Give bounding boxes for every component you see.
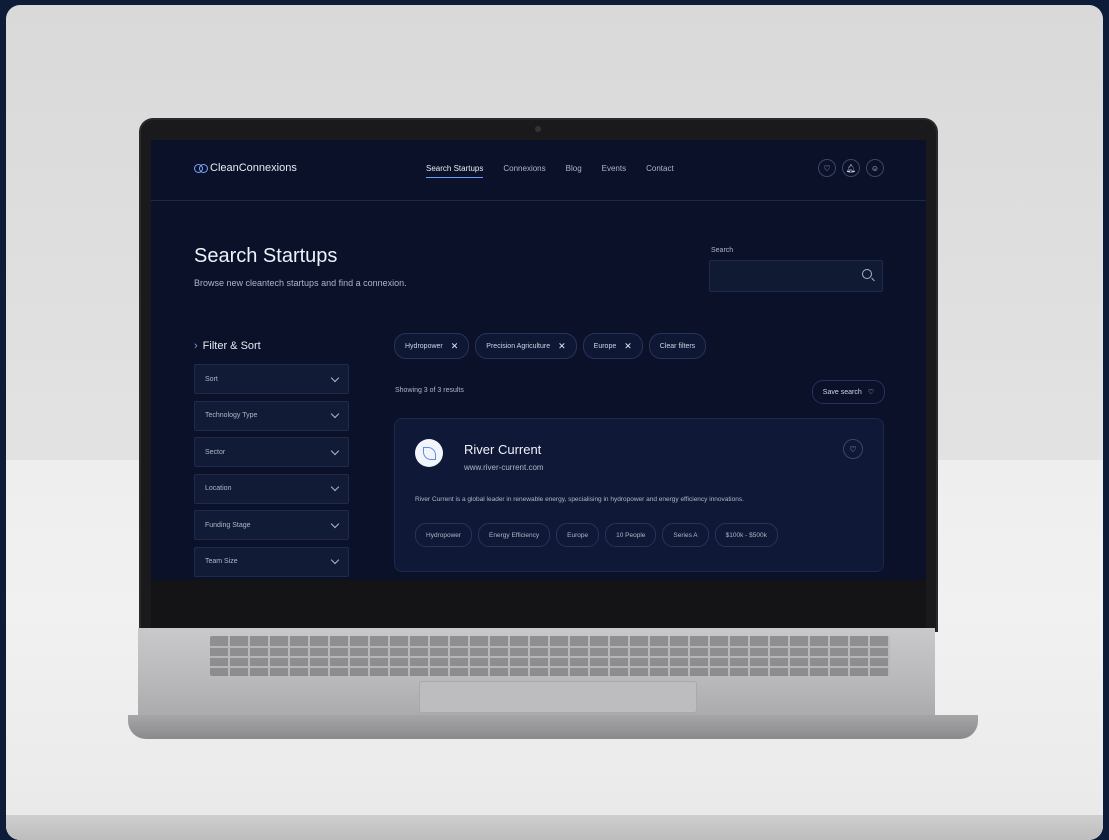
laptop-screen: CleanConnexions Search Startups Connexio… (151, 140, 926, 580)
filter-sort[interactable]: Sort (194, 364, 349, 394)
brand-logo[interactable]: CleanConnexions (194, 162, 297, 174)
nav-links: Search Startups Connexions Blog Events C… (426, 164, 674, 178)
nav-link-blog[interactable]: Blog (566, 164, 582, 178)
filter-chip-precision-agriculture[interactable]: Precision Agriculture ✕ (475, 333, 577, 359)
filter-funding-stage[interactable]: Funding Stage (194, 510, 349, 540)
startup-url[interactable]: www.river-current.com (464, 463, 544, 472)
results-count: Showing 3 of 3 results (395, 387, 464, 394)
startup-description: River Current is a global leader in rene… (415, 496, 744, 503)
tag: Hydropower (415, 523, 473, 547)
trackpad (419, 681, 697, 713)
screen-bezel (151, 580, 926, 630)
search-icon[interactable] (862, 269, 872, 279)
heart-icon: ♡ (867, 389, 874, 396)
filter-team-size[interactable]: Team Size (194, 546, 349, 577)
logo-icon (194, 163, 208, 173)
close-icon[interactable]: ✕ (558, 341, 566, 352)
startup-tags: Hydropower Energy Efficiency Europe 10 P… (415, 523, 778, 547)
nav-link-contact[interactable]: Contact (646, 164, 674, 178)
search-input[interactable] (709, 260, 883, 292)
webcam-icon (535, 126, 541, 132)
nav-link-events[interactable]: Events (602, 164, 626, 178)
nav-actions: ♡ 🔔︎ ☺ (818, 159, 884, 177)
filter-list: Sort Technology Type Sector Location Fun… (194, 364, 349, 580)
filter-technology-type[interactable]: Technology Type (194, 400, 349, 431)
leaf-icon (422, 446, 436, 460)
table-edge (6, 815, 1103, 840)
tag: Europe (556, 523, 600, 547)
chevron-down-icon (330, 409, 340, 419)
save-search-button[interactable]: Save search ♡ (811, 380, 885, 404)
top-nav: CleanConnexions Search Startups Connexio… (151, 140, 926, 201)
nav-link-connexions[interactable]: Connexions (503, 164, 545, 178)
keyboard-row-divider (210, 656, 890, 658)
save-search-label: Save search (822, 388, 862, 396)
filter-chip-europe[interactable]: Europe ✕ (582, 333, 643, 359)
bell-icon[interactable]: 🔔︎ (842, 159, 860, 177)
laptop-front-edge (128, 715, 978, 739)
filter-label: Sort (205, 375, 218, 383)
close-icon[interactable]: ✕ (451, 341, 459, 352)
page-subtitle: Browse new cleantech startups and find a… (194, 278, 407, 288)
filter-sector[interactable]: Sector (194, 437, 349, 467)
nav-link-search-startups[interactable]: Search Startups (426, 164, 484, 178)
tag: Energy Efficiency (478, 523, 551, 547)
tag: $100k - $500k (714, 523, 778, 547)
heart-icon: ♡ (849, 444, 857, 454)
user-icon[interactable]: ☺ (866, 159, 884, 177)
startup-card[interactable]: River Current www.river-current.com ♡ Ri… (394, 418, 884, 572)
filter-heading: Filter & Sort (202, 340, 261, 352)
laptop-lid: CleanConnexions Search Startups Connexio… (141, 120, 936, 630)
clear-filters-button[interactable]: Clear filters (648, 333, 707, 359)
chip-label: Europe (593, 342, 617, 350)
tag: 10 People (605, 523, 657, 547)
filter-label: Team Size (205, 558, 238, 565)
keyboard-row-divider (210, 666, 890, 668)
chevron-right-icon: › (194, 340, 198, 352)
search-label: Search (711, 247, 734, 254)
active-filter-chips: Hydropower ✕ Precision Agriculture ✕ Europ… (394, 333, 707, 359)
filter-chip-hydropower[interactable]: Hydropower ✕ (394, 333, 470, 359)
startup-logo (415, 439, 443, 467)
filter-label: Funding Stage (205, 521, 251, 529)
filter-location[interactable]: Location (194, 473, 349, 504)
brand-name: CleanConnexions (210, 162, 297, 174)
filter-sort-toggle[interactable]: › Filter & Sort (194, 340, 261, 352)
chevron-down-icon (330, 373, 340, 382)
chevron-down-icon (330, 446, 340, 455)
filter-label: Sector (205, 448, 226, 456)
chip-label: Hydropower (405, 342, 443, 350)
chevron-down-icon (330, 482, 340, 492)
favorite-button[interactable]: ♡ (843, 439, 863, 459)
chevron-down-icon (330, 555, 340, 565)
startup-name[interactable]: River Current (464, 442, 541, 457)
page-title: Search Startups (194, 245, 338, 267)
heart-icon[interactable]: ♡ (818, 159, 836, 177)
chevron-down-icon (330, 519, 340, 528)
tag: Series A (662, 523, 709, 547)
close-icon[interactable]: ✕ (624, 341, 632, 352)
keyboard-row-divider (210, 646, 890, 648)
chip-label: Precision Agriculture (486, 342, 551, 350)
filter-label: Technology Type (205, 412, 258, 419)
filter-label: Location (205, 485, 232, 492)
